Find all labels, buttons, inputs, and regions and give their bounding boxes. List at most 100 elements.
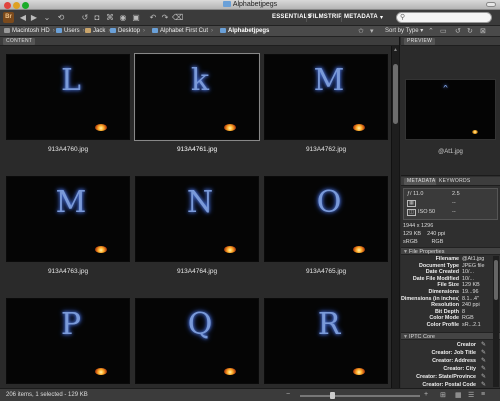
lock-grid-icon[interactable]: ⊞ bbox=[440, 391, 446, 399]
toolbar-toggle-button[interactable] bbox=[486, 2, 496, 7]
breadcrumb-label: Macintosh HD bbox=[12, 28, 50, 34]
property-value: 129 KB bbox=[462, 282, 480, 289]
scrollbar-thumb[interactable] bbox=[393, 64, 398, 124]
property-row: Dimensions (in inches) 8.1...4" bbox=[401, 296, 492, 303]
property-key: Document Type bbox=[418, 262, 459, 269]
shutter-value: 2.5 bbox=[452, 191, 460, 197]
scroll-up-icon[interactable]: ▲ bbox=[393, 47, 398, 53]
delete-icon[interactable]: ⊠ bbox=[480, 27, 486, 36]
search-box[interactable]: ⚲ bbox=[396, 12, 492, 23]
thumbnail-image[interactable]: L bbox=[6, 54, 130, 140]
thumbnail-image[interactable]: M bbox=[6, 176, 130, 262]
property-key: Bit Depth bbox=[435, 308, 459, 315]
ppi-value: 240 ppi bbox=[427, 231, 446, 237]
thumbnail-image[interactable]: N bbox=[135, 176, 259, 262]
view-list-icon[interactable]: ≡ bbox=[481, 391, 485, 398]
breadcrumb-alphabet-first-cut[interactable]: Alphabet First Cut › bbox=[152, 27, 213, 36]
workspace-metadata[interactable]: METADATA bbox=[344, 14, 378, 20]
property-row: Dimensions 19...96 bbox=[401, 289, 492, 296]
boomerang-icon[interactable]: ↺ bbox=[80, 13, 90, 23]
rotate-left-icon[interactable]: ↶ bbox=[148, 13, 158, 23]
thumbnail-image[interactable]: k bbox=[134, 53, 260, 141]
pencil-icon[interactable]: ✎ bbox=[481, 373, 486, 381]
workspace-filmstrip[interactable]: FILMSTRIP bbox=[309, 14, 342, 20]
tab-keywords[interactable]: KEYWORDS bbox=[436, 178, 474, 185]
recent-icon[interactable]: ⟲ bbox=[56, 13, 66, 23]
new-folder-icon[interactable]: ▭ bbox=[440, 27, 447, 36]
refine-icon[interactable]: ⌘ bbox=[105, 13, 115, 23]
parent-folder-icon[interactable]: ⌄ bbox=[42, 13, 52, 23]
breadcrumb-users[interactable]: Users › bbox=[56, 27, 85, 36]
iptc-core-table: Creator ✎ Creator: Job Title ✎ Creator: Ad… bbox=[401, 341, 492, 388]
dimensions-value: 1944 x 1296 bbox=[403, 223, 434, 229]
rotate-ccw-icon[interactable]: ↺ bbox=[455, 27, 461, 36]
pencil-icon[interactable]: ✎ bbox=[481, 357, 486, 365]
metadata-scrollbar[interactable] bbox=[493, 256, 499, 387]
rotate-right-icon[interactable]: ↷ bbox=[160, 13, 170, 23]
sort-by-dropdown[interactable]: Sort by Type ▾ bbox=[385, 27, 423, 36]
window-title-text: Alphabetjpegs bbox=[232, 1, 278, 8]
light-letter: M bbox=[313, 63, 345, 98]
forward-icon[interactable]: ▶ bbox=[29, 13, 39, 23]
file-properties-table: Filename @At1.jpg Document Type JPEG file … bbox=[401, 256, 492, 329]
iptc-row: Creator: City ✎ bbox=[401, 365, 492, 373]
thumbnail-image[interactable]: O bbox=[264, 176, 388, 262]
view-details-icon[interactable]: ☰ bbox=[468, 391, 474, 399]
zoom-in-icon[interactable]: + bbox=[424, 391, 428, 398]
file-properties-title: File Properties bbox=[409, 249, 445, 255]
iptc-core-header[interactable]: ▼ IPTC Core bbox=[401, 332, 500, 340]
breadcrumb-alphabetjpegs[interactable]: Alphabetjpegs bbox=[220, 27, 269, 36]
breadcrumb-desktop[interactable]: Desktop › bbox=[110, 27, 145, 36]
thumbnail-filename[interactable]: 913A4765.jpg bbox=[264, 268, 388, 275]
thumbnail-image[interactable]: Q bbox=[135, 298, 259, 384]
preview-image[interactable]: ˆ bbox=[405, 79, 496, 140]
thumbnail-filename[interactable]: 913A4763.jpg bbox=[6, 268, 130, 275]
pencil-icon[interactable]: ✎ bbox=[481, 365, 486, 373]
disclosure-triangle-icon[interactable]: ▼ bbox=[403, 248, 408, 256]
trash-icon[interactable]: ⌫ bbox=[172, 13, 183, 23]
view-thumbnails-icon[interactable]: ▦ bbox=[455, 391, 462, 399]
light-letter: Q bbox=[187, 307, 213, 342]
camera-icon[interactable]: ◘ bbox=[92, 13, 102, 23]
thumbnail-filename[interactable]: 913A4761.jpg bbox=[135, 146, 259, 153]
scrollbar-thumb[interactable] bbox=[494, 260, 498, 300]
zoom-out-icon[interactable]: − bbox=[286, 391, 290, 398]
exposure-value: -- bbox=[452, 200, 456, 206]
pencil-icon[interactable]: ✎ bbox=[481, 349, 486, 357]
star-filter-icon[interactable]: ✩ bbox=[358, 27, 364, 36]
thumbnail-size-slider-knob[interactable] bbox=[330, 392, 335, 399]
thumbnail-image[interactable]: M bbox=[264, 54, 388, 140]
breadcrumb-jack[interactable]: Jack› bbox=[85, 27, 110, 36]
back-icon[interactable]: ◀ bbox=[18, 13, 28, 23]
file-properties-header[interactable]: ▼ File Properties bbox=[401, 247, 500, 255]
mode-value: RGB bbox=[431, 239, 444, 245]
thumbnail-image[interactable]: P bbox=[6, 298, 130, 384]
property-value: 10/... bbox=[462, 275, 474, 282]
thumbnail-image[interactable]: R bbox=[264, 298, 388, 384]
workspace-dropdown-icon[interactable]: ▾ bbox=[380, 14, 383, 21]
fire-glow bbox=[353, 124, 365, 131]
thumbnail-filename[interactable]: 913A4762.jpg bbox=[264, 146, 388, 153]
thumbnail-filename[interactable]: 913A4764.jpg bbox=[135, 268, 259, 275]
iptc-key: Creator: Job Title bbox=[431, 350, 476, 356]
thumbnail-filename[interactable]: 913A4760.jpg bbox=[6, 146, 130, 153]
property-row: Filename @At1.jpg bbox=[401, 256, 492, 263]
thumbnail-size-slider[interactable] bbox=[300, 395, 420, 397]
pencil-icon[interactable]: ✎ bbox=[481, 341, 486, 349]
sort-ascending-icon[interactable]: ⌃ bbox=[428, 27, 434, 36]
search-input[interactable] bbox=[409, 14, 489, 22]
open-camera-raw-icon[interactable]: ◉ bbox=[118, 13, 128, 23]
iptc-key: Creator: Address bbox=[432, 358, 476, 364]
tab-preview[interactable]: PREVIEW bbox=[404, 38, 436, 45]
content-scrollbar[interactable]: ▲ bbox=[391, 46, 399, 388]
rotate-cw-icon[interactable]: ↻ bbox=[467, 27, 473, 36]
review-icon[interactable]: ▣ bbox=[131, 13, 141, 23]
bridge-logo: Br bbox=[3, 12, 14, 23]
filter-dropdown-icon[interactable]: ▾ bbox=[370, 27, 374, 36]
disclosure-triangle-icon[interactable]: ▼ bbox=[403, 333, 408, 341]
breadcrumb-macintosh-hd[interactable]: Macintosh HD › bbox=[4, 27, 55, 36]
tab-content[interactable]: CONTENT bbox=[3, 38, 36, 45]
tab-metadata[interactable]: METADATA bbox=[404, 178, 439, 185]
preview-panel-header: PREVIEW bbox=[401, 37, 500, 46]
pencil-icon[interactable]: ✎ bbox=[481, 381, 486, 388]
